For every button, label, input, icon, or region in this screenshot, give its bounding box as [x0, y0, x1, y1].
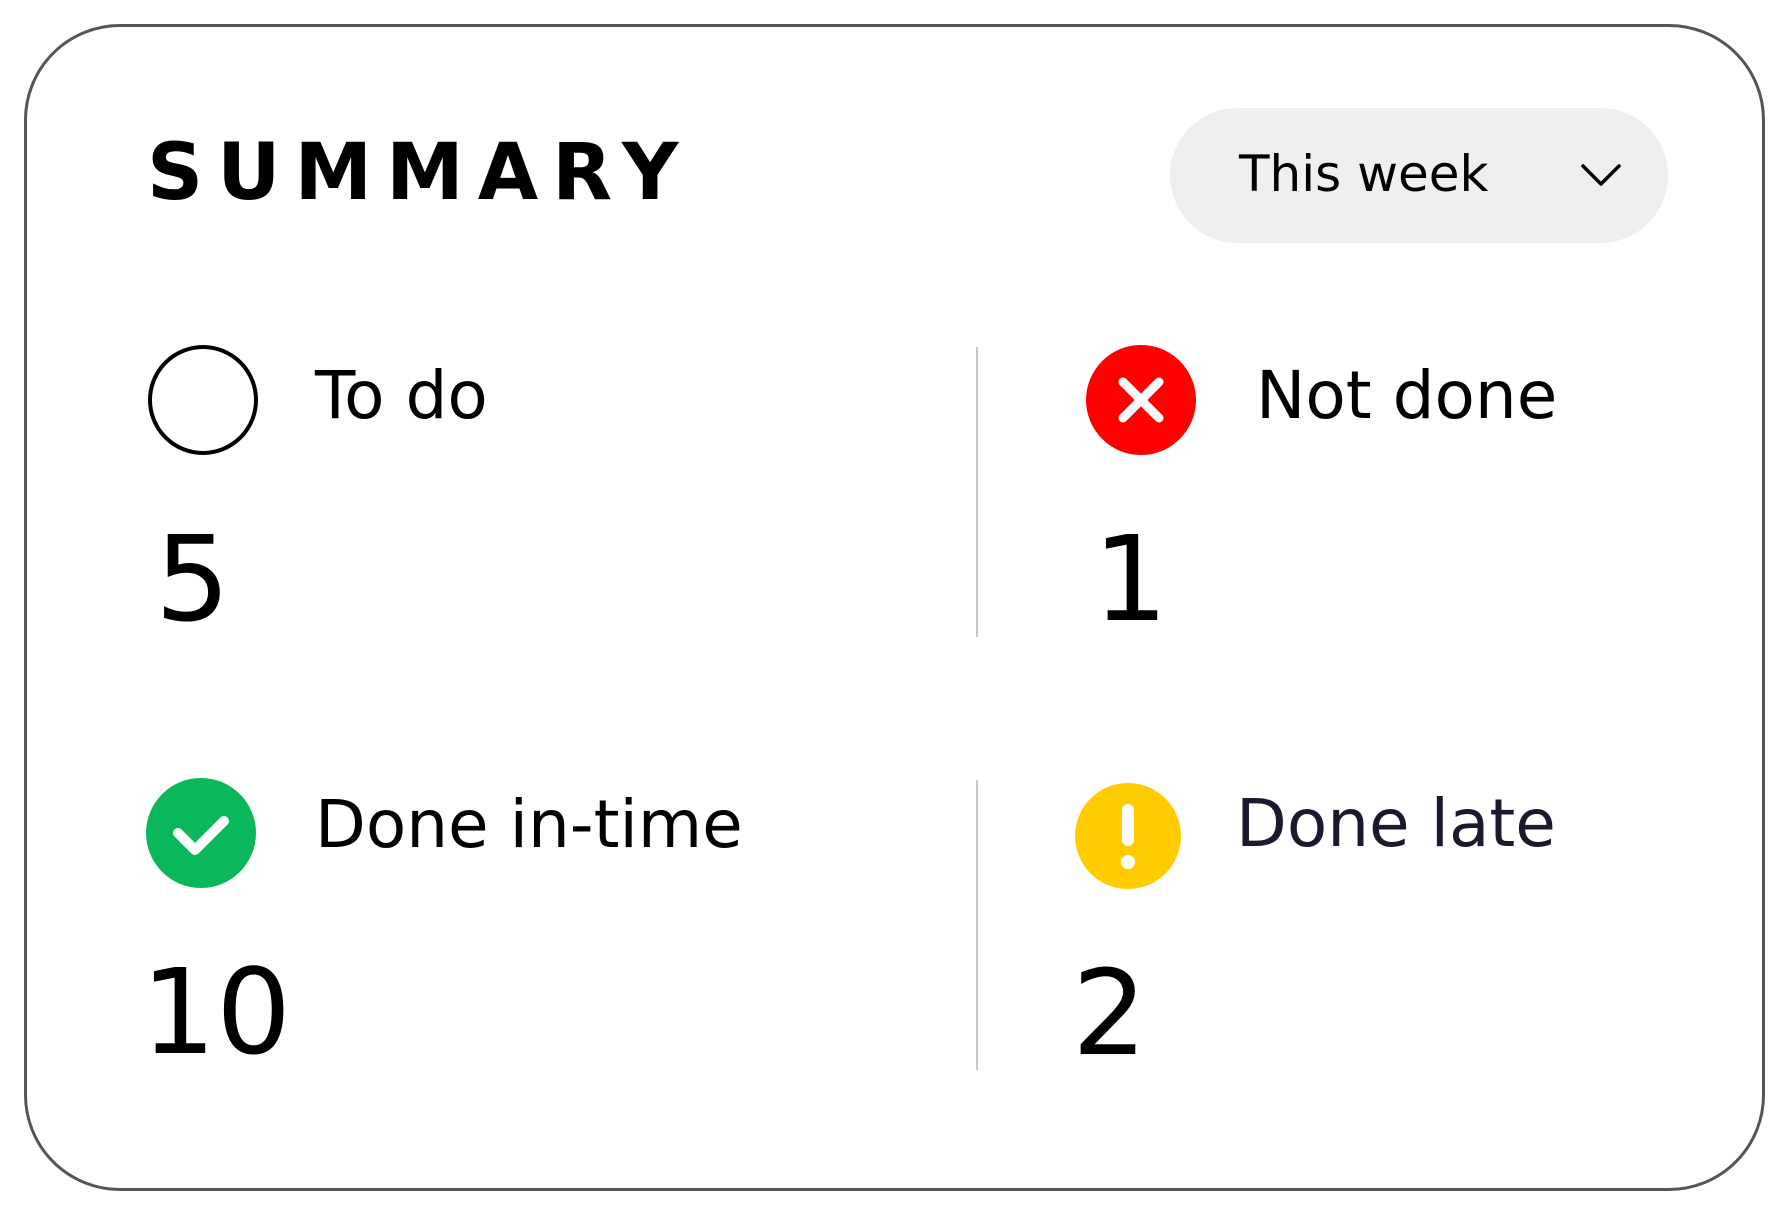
stat-todo-value: 5	[155, 510, 231, 648]
stat-not-done: Not done 1	[1085, 344, 1792, 644]
chevron-down-icon	[1581, 164, 1621, 186]
summary-title: SUMMARY	[147, 128, 693, 218]
column-divider-bottom	[976, 780, 978, 1070]
column-divider-top	[976, 347, 978, 637]
stat-done-late: Done late 2	[1072, 780, 1792, 1078]
period-dropdown-value: This week	[1239, 145, 1489, 203]
stat-done-late-value: 2	[1072, 944, 1148, 1082]
exclamation-circle-icon	[1075, 783, 1181, 889]
stat-not-done-value: 1	[1093, 510, 1169, 648]
stat-done-in-time-value: 10	[141, 943, 292, 1081]
stat-todo: To do 5	[147, 344, 867, 644]
stat-done-in-time-label: Done in-time	[315, 786, 743, 863]
x-circle-icon	[1086, 345, 1196, 455]
stat-not-done-label: Not done	[1256, 357, 1558, 434]
period-dropdown[interactable]: This week	[1170, 108, 1668, 243]
check-circle-icon	[146, 778, 256, 888]
stat-done-in-time: Done in-time 10	[141, 777, 865, 1077]
stat-done-late-label: Done late	[1236, 785, 1556, 862]
stat-todo-label: To do	[315, 357, 488, 434]
empty-circle-icon	[148, 345, 258, 455]
